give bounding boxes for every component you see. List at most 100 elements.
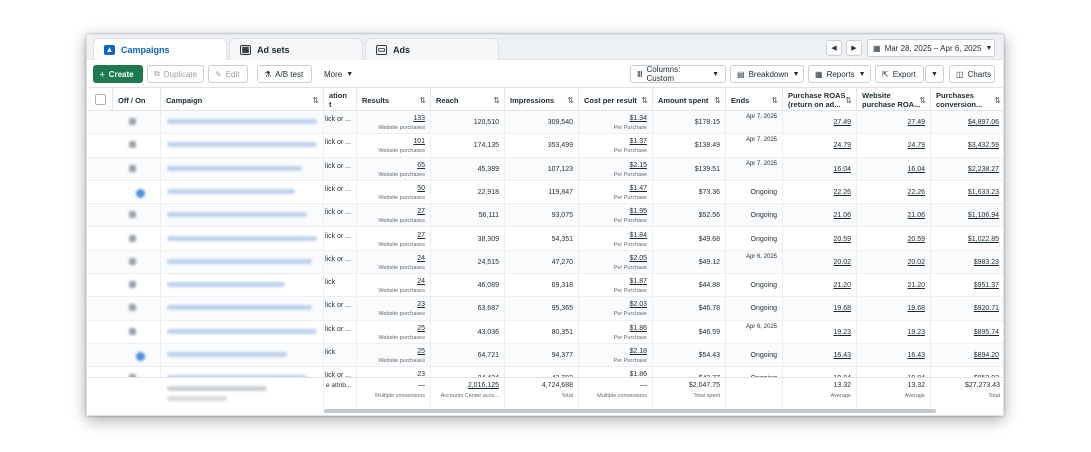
wroas-value[interactable]: 16.43 [907, 352, 925, 359]
header-ends[interactable]: Ends ⇅ [726, 88, 783, 112]
cpr-value[interactable]: $1.84 [629, 232, 647, 239]
table-row[interactable]: lick or ... 65 Website purchases 45,389 107,… [87, 157, 1003, 181]
campaign-name-cell[interactable] [161, 180, 324, 204]
blurred-campaign-name[interactable] [167, 258, 312, 264]
wroas-value[interactable]: 19.68 [907, 305, 925, 312]
header-results[interactable]: Results ⇅ [357, 88, 431, 112]
wroas-value[interactable]: 16.04 [907, 166, 925, 173]
campaign-name-cell[interactable] [161, 297, 324, 321]
roas-value[interactable]: 19.68 [833, 305, 851, 312]
blurred-campaign-name[interactable] [167, 235, 317, 241]
status-toggle[interactable] [136, 188, 145, 198]
campaign-name-cell[interactable] [161, 250, 324, 274]
table-row[interactable]: lick or ... 101 Website purchases 174,135 35… [87, 134, 1003, 158]
totals-value[interactable]: 2,016,125 [468, 382, 499, 389]
select-all-checkbox[interactable] [95, 94, 106, 105]
results-value[interactable]: 24 [417, 255, 425, 262]
cpr-value[interactable]: $1.87 [629, 278, 647, 285]
status-toggle[interactable] [129, 257, 136, 265]
header-campaign[interactable]: Campaign ⇅ [161, 88, 324, 112]
cpr-value[interactable]: $1.47 [629, 185, 647, 192]
status-toggle[interactable] [129, 164, 136, 172]
header-cost-per-result[interactable]: Cost per result ⇅ [579, 88, 653, 112]
header-purchases-conversion-value[interactable]: Purchases conversion... ⇅ [931, 88, 1003, 112]
prev-period-button[interactable]: ◀ [826, 40, 842, 56]
header-off-on[interactable]: Off / On [113, 88, 161, 112]
status-toggle[interactable] [129, 211, 136, 219]
cpr-value[interactable]: $1.37 [629, 138, 647, 145]
status-toggle[interactable] [129, 234, 136, 242]
table-row[interactable]: lick or ... 133 Website purchases 120,510 30… [87, 111, 1003, 135]
campaign-name-cell[interactable] [161, 320, 324, 344]
blurred-campaign-name[interactable] [167, 212, 307, 218]
ab-test-button[interactable]: ⚗ A/B test [257, 65, 312, 83]
next-period-button[interactable]: ▶ [846, 40, 862, 56]
results-value[interactable]: 27 [417, 232, 425, 239]
create-button[interactable]: + Create [93, 65, 143, 83]
wroas-value[interactable]: 21.06 [907, 212, 925, 219]
export-dropdown-button[interactable]: ▼ [925, 65, 944, 83]
blurred-campaign-name[interactable] [167, 328, 317, 334]
status-toggle[interactable] [136, 352, 145, 361]
duplicate-button[interactable]: ⧉ Duplicate [147, 65, 204, 83]
campaign-name-cell[interactable] [161, 274, 324, 298]
roas-value[interactable]: 16.04 [833, 166, 851, 173]
header-amount-spent[interactable]: Amount spent ⇅ [653, 88, 726, 112]
header-impressions[interactable]: Impressions ⇅ [505, 88, 579, 112]
pcv-value[interactable]: $1,633.23 [968, 189, 999, 196]
blurred-campaign-name[interactable] [167, 142, 317, 148]
campaign-name-cell[interactable] [161, 111, 324, 134]
campaign-name-cell[interactable] [161, 157, 324, 181]
results-value[interactable]: 133 [413, 115, 425, 122]
roas-value[interactable]: 20.59 [833, 236, 851, 243]
table-row[interactable]: lick or ... 27 Website purchases 38,309 54,3… [87, 227, 1003, 251]
date-range-picker[interactable]: ▦ Mar 28, 2025 – Apr 6, 2025 ▼ [867, 39, 995, 57]
wroas-value[interactable]: 21.20 [907, 282, 925, 289]
cpr-value[interactable]: $1.95 [629, 208, 647, 215]
wroas-value[interactable]: 20.02 [907, 259, 925, 266]
pcv-value[interactable]: $3,432.59 [968, 142, 999, 149]
table-row[interactable]: lick or ... 50 Website purchases 22,918 119,… [87, 180, 1003, 205]
breakdown-button[interactable]: ▤ Breakdown ▼ [730, 65, 804, 83]
campaign-name-cell[interactable] [161, 204, 324, 228]
blurred-campaign-name[interactable] [167, 119, 317, 124]
pcv-value[interactable]: $1,022.85 [968, 236, 999, 243]
roas-value[interactable]: 16.43 [833, 352, 851, 359]
roas-value[interactable]: 27.49 [833, 119, 851, 126]
results-value[interactable]: 27 [417, 208, 425, 215]
blurred-campaign-name[interactable] [167, 305, 312, 311]
table-row[interactable]: lick or ... 23 Website purchases 63,687 95,3… [87, 297, 1003, 321]
tab-campaigns[interactable]: ▲ Campaigns [93, 38, 227, 60]
cpr-value[interactable]: $2.18 [629, 348, 647, 355]
reports-button[interactable]: ▦ Reports ▼ [808, 65, 871, 83]
wroas-value[interactable]: 24.79 [907, 142, 925, 149]
roas-value[interactable]: 22.26 [833, 189, 851, 196]
tab-ad-sets[interactable]: ▦ Ad sets [229, 38, 363, 60]
pcv-value[interactable]: $894.20 [974, 352, 999, 359]
cpr-value[interactable]: $2.15 [629, 162, 647, 169]
charts-button[interactable]: ◫ Charts [949, 65, 995, 83]
pcv-value[interactable]: $983.23 [974, 259, 999, 266]
blurred-campaign-name[interactable] [167, 352, 287, 357]
wroas-value[interactable]: 27.49 [907, 119, 925, 126]
results-value[interactable]: 24 [417, 278, 425, 285]
more-button[interactable]: More ▼ [318, 65, 358, 83]
status-toggle[interactable] [129, 281, 136, 289]
columns-button[interactable]: Ⅲ Columns: Custom ▼ [630, 65, 726, 83]
status-toggle[interactable] [129, 327, 136, 335]
results-value[interactable]: 50 [417, 185, 425, 192]
roas-value[interactable]: 24.79 [833, 142, 851, 149]
cpr-value[interactable]: $1.34 [629, 115, 647, 122]
table-row[interactable]: lick 24 Website purchases 46,089 69,318 $1.87… [87, 274, 1003, 298]
wroas-value[interactable]: 20.59 [907, 236, 925, 243]
pcv-value[interactable]: $2,238.27 [968, 166, 999, 173]
header-purchase-roas[interactable]: Purchase ROAS (return on ad... ⇅ [783, 88, 857, 112]
export-button[interactable]: ⇱ Export [875, 65, 924, 83]
status-toggle[interactable] [129, 118, 136, 125]
campaign-name-cell[interactable] [161, 134, 324, 158]
cpr-value[interactable]: $2.05 [629, 255, 647, 262]
status-toggle[interactable] [129, 304, 136, 312]
table-row[interactable]: lick or ... 24 Website purchases 24,515 47,2… [87, 250, 1003, 275]
blurred-campaign-name[interactable] [167, 165, 302, 171]
results-value[interactable]: 101 [413, 138, 425, 145]
